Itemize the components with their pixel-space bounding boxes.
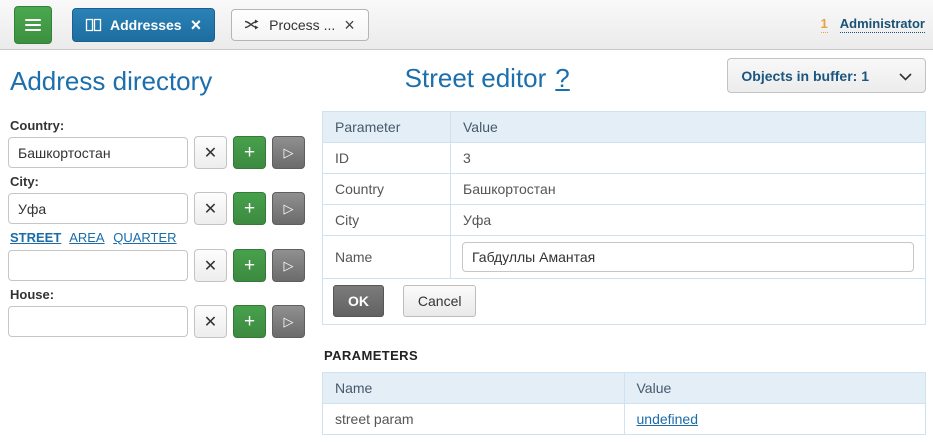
plus-icon: + [244, 143, 255, 162]
house-label: House: [10, 287, 314, 302]
street-name-input[interactable] [462, 242, 914, 272]
house-input[interactable] [8, 306, 188, 337]
table-row: street param undefined [323, 404, 926, 435]
plus-icon: + [244, 312, 255, 331]
plus-icon: + [244, 256, 255, 275]
editor-title-text: Street editor [405, 63, 547, 93]
tab-label: Addresses [110, 17, 182, 33]
plus-icon: + [244, 199, 255, 218]
value-cell: Уфа [451, 205, 926, 236]
hamburger-icon [25, 19, 41, 21]
param-cell: ID [323, 143, 451, 174]
open-book-icon [85, 18, 102, 32]
ok-button[interactable]: OK [333, 285, 384, 317]
name-value-cell [451, 236, 926, 279]
notification-count[interactable]: 1 [821, 16, 828, 33]
table-row: Country Башкортостан [323, 174, 926, 205]
user-area: 1 Administrator [821, 16, 925, 33]
page-title: Address directory [10, 66, 314, 97]
city-input[interactable] [8, 193, 188, 224]
table-row-name: Name [323, 236, 926, 279]
tab-bar: Addresses × Process ... × [72, 8, 369, 42]
house-add-button[interactable]: + [233, 305, 266, 338]
quarter-tab-link[interactable]: QUARTER [113, 230, 176, 245]
hamburger-menu-button[interactable] [14, 6, 52, 44]
country-clear-button[interactable]: ✕ [194, 136, 227, 169]
value-cell: Башкортостан [451, 174, 926, 205]
param-cell: Name [323, 236, 451, 279]
country-add-button[interactable]: + [233, 136, 266, 169]
house-row: ✕ + ▷ [8, 305, 314, 338]
clear-x-icon: ✕ [204, 312, 217, 332]
value-cell: 3 [451, 143, 926, 174]
help-link[interactable]: ? [555, 63, 569, 93]
clear-x-icon: ✕ [204, 199, 217, 219]
table-row: ID 3 [323, 143, 926, 174]
close-icon[interactable]: × [343, 16, 356, 34]
house-apply-button[interactable]: ▷ [272, 305, 305, 338]
country-apply-button[interactable]: ▷ [272, 136, 305, 169]
clear-x-icon: ✕ [204, 256, 217, 276]
table-row: City Уфа [323, 205, 926, 236]
undefined-value-link[interactable]: undefined [637, 411, 699, 427]
tab-process[interactable]: Process ... × [231, 9, 369, 41]
house-clear-button[interactable]: ✕ [194, 305, 227, 338]
table-header-row: Parameter Value [323, 112, 926, 143]
param-value-cell: undefined [624, 404, 926, 435]
parameters-section-title: PARAMETERS [324, 348, 926, 363]
param-cell: Country [323, 174, 451, 205]
street-editor-panel: Street editor? Objects in buffer: 1 Para… [322, 58, 926, 435]
top-bar: Addresses × Process ... × 1 Administrato… [0, 0, 933, 50]
street-tab-link[interactable]: STREET [10, 230, 61, 245]
close-icon[interactable]: × [190, 16, 203, 34]
street-editor-table: Parameter Value ID 3 Country Башкортоста… [322, 111, 926, 325]
editor-header: Street editor? Objects in buffer: 1 [322, 58, 926, 94]
street-apply-button[interactable]: ▷ [272, 249, 305, 282]
editor-title: Street editor? [322, 63, 727, 94]
country-label: Country: [10, 118, 314, 133]
city-row: ✕ + ▷ [8, 192, 314, 225]
value-header: Value [624, 373, 926, 404]
clear-x-icon: ✕ [204, 143, 217, 163]
street-input[interactable] [8, 250, 188, 281]
address-directory-panel: Address directory Country: ✕ + ▷ City: ✕… [8, 60, 314, 343]
buffer-label: Objects in buffer: 1 [741, 68, 869, 84]
city-label: City: [10, 174, 314, 189]
objects-in-buffer-dropdown[interactable]: Objects in buffer: 1 [727, 58, 926, 93]
street-clear-button[interactable]: ✕ [194, 249, 227, 282]
street-row: ✕ + ▷ [8, 249, 314, 282]
parameter-header: Parameter [323, 112, 451, 143]
city-add-button[interactable]: + [233, 192, 266, 225]
tab-label: Process ... [269, 17, 335, 33]
play-icon: ▷ [284, 258, 294, 274]
country-input[interactable] [8, 137, 188, 168]
hamburger-icon [25, 29, 41, 31]
parameters-table: Name Value street param undefined [322, 372, 926, 435]
table-header-row: Name Value [323, 373, 926, 404]
play-icon: ▷ [284, 145, 294, 161]
param-cell: City [323, 205, 451, 236]
city-apply-button[interactable]: ▷ [272, 192, 305, 225]
editor-buttons-cell: OK Cancel [323, 279, 926, 325]
cancel-button[interactable]: Cancel [403, 285, 477, 317]
play-icon: ▷ [284, 314, 294, 330]
user-link[interactable]: Administrator [840, 16, 925, 33]
play-icon: ▷ [284, 201, 294, 217]
editor-buttons-row: OK Cancel [323, 279, 926, 325]
chevron-down-icon [899, 68, 912, 84]
shuffle-icon [244, 18, 261, 31]
hamburger-icon [25, 24, 41, 26]
tab-addresses[interactable]: Addresses × [72, 8, 215, 42]
app-window: Addresses × Process ... × 1 Administrato… [0, 0, 933, 444]
country-row: ✕ + ▷ [8, 136, 314, 169]
street-type-links: STREET AREA QUARTER [10, 230, 314, 245]
city-clear-button[interactable]: ✕ [194, 192, 227, 225]
param-name-cell: street param [323, 404, 625, 435]
value-header: Value [451, 112, 926, 143]
area-tab-link[interactable]: AREA [69, 230, 104, 245]
name-header: Name [323, 373, 625, 404]
street-add-button[interactable]: + [233, 249, 266, 282]
